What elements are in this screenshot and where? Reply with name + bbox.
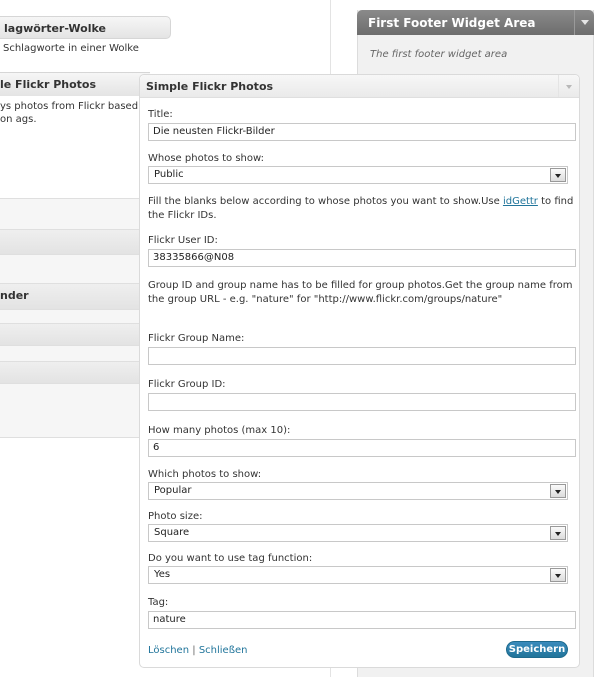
photo-size-select[interactable]: Square <box>148 524 568 542</box>
widget-row[interactable] <box>0 383 140 438</box>
group-name-label: Flickr Group Name: <box>148 333 245 344</box>
user-id-input[interactable]: 38335866@N08 <box>148 249 576 267</box>
photo-count-input[interactable]: 6 <box>148 439 576 457</box>
chevron-down-icon[interactable] <box>550 168 566 182</box>
widget-calendar-label: nder <box>0 289 29 302</box>
group-name-input[interactable] <box>148 347 576 365</box>
widget-row[interactable] <box>0 361 140 383</box>
tag-input[interactable]: nature <box>148 611 576 629</box>
whose-photos-select[interactable]: Public <box>148 166 568 184</box>
title-input[interactable]: Die neusten Flickr-Bilder <box>148 123 576 141</box>
widget-control-links: Löschen | Schließen <box>148 645 248 656</box>
widget-row[interactable] <box>0 309 140 323</box>
link-separator: | <box>192 645 196 656</box>
widget-row[interactable] <box>0 254 140 283</box>
which-photos-value: Popular <box>154 485 192 496</box>
close-link[interactable]: Schließen <box>199 645 248 656</box>
chevron-down-icon[interactable] <box>550 568 566 582</box>
tag-label: Tag: <box>148 597 169 608</box>
idgettr-link[interactable]: idGettr <box>503 196 538 207</box>
user-id-label: Flickr User ID: <box>148 235 218 246</box>
chevron-down-icon[interactable] <box>558 75 579 97</box>
photo-size-value: Square <box>154 527 190 538</box>
widget-calendar-header[interactable]: nder <box>0 283 140 309</box>
which-photos-label: Which photos to show: <box>148 469 262 480</box>
delete-link[interactable]: Löschen <box>148 645 189 656</box>
photo-count-label: How many photos (max 10): <box>148 425 291 436</box>
help-text-part: Fill the blanks below according to whose… <box>148 196 503 207</box>
whose-photos-label: Whose photos to show: <box>148 153 265 164</box>
whose-photos-value: Public <box>154 169 184 180</box>
widget-row[interactable] <box>0 198 140 229</box>
group-id-input[interactable] <box>148 393 576 411</box>
title-label: Title: <box>148 109 173 120</box>
chevron-down-icon[interactable] <box>574 10 594 35</box>
widget-flickr-description: ys photos from Flickr based on ags. <box>0 101 139 125</box>
footer-widget-area-description: The first footer widget area <box>370 49 508 60</box>
group-help-text: Group ID and group name has to be filled… <box>148 280 573 305</box>
flickr-widget-title: Simple Flickr Photos <box>146 80 274 93</box>
widget-row[interactable] <box>0 229 140 254</box>
widget-tagcloud-header[interactable]: lagwörter-Wolke <box>0 16 171 39</box>
widget-flickr-header[interactable]: le Flickr Photos <box>0 72 150 96</box>
tag-function-select[interactable]: Yes <box>148 566 568 584</box>
chevron-down-icon[interactable] <box>550 526 566 540</box>
widget-row[interactable] <box>0 323 140 345</box>
flickr-id-help-text: Fill the blanks below according to whose… <box>148 195 576 223</box>
footer-widget-area-title: First Footer Widget Area <box>368 16 536 30</box>
footer-widget-area-header[interactable]: First Footer Widget Area <box>357 10 594 35</box>
chevron-down-icon[interactable] <box>550 484 566 498</box>
tag-function-label: Do you want to use tag function: <box>148 553 313 564</box>
photo-size-label: Photo size: <box>148 511 203 522</box>
save-button[interactable]: Speichern <box>506 641 568 658</box>
widget-row[interactable] <box>0 345 140 361</box>
flickr-widget-header[interactable]: Simple Flickr Photos <box>140 75 579 98</box>
tag-function-value: Yes <box>154 569 171 580</box>
widget-tagcloud-description: Schlagworte in einer Wolke <box>3 43 139 54</box>
which-photos-select[interactable]: Popular <box>148 482 568 500</box>
group-id-label: Flickr Group ID: <box>148 379 226 390</box>
